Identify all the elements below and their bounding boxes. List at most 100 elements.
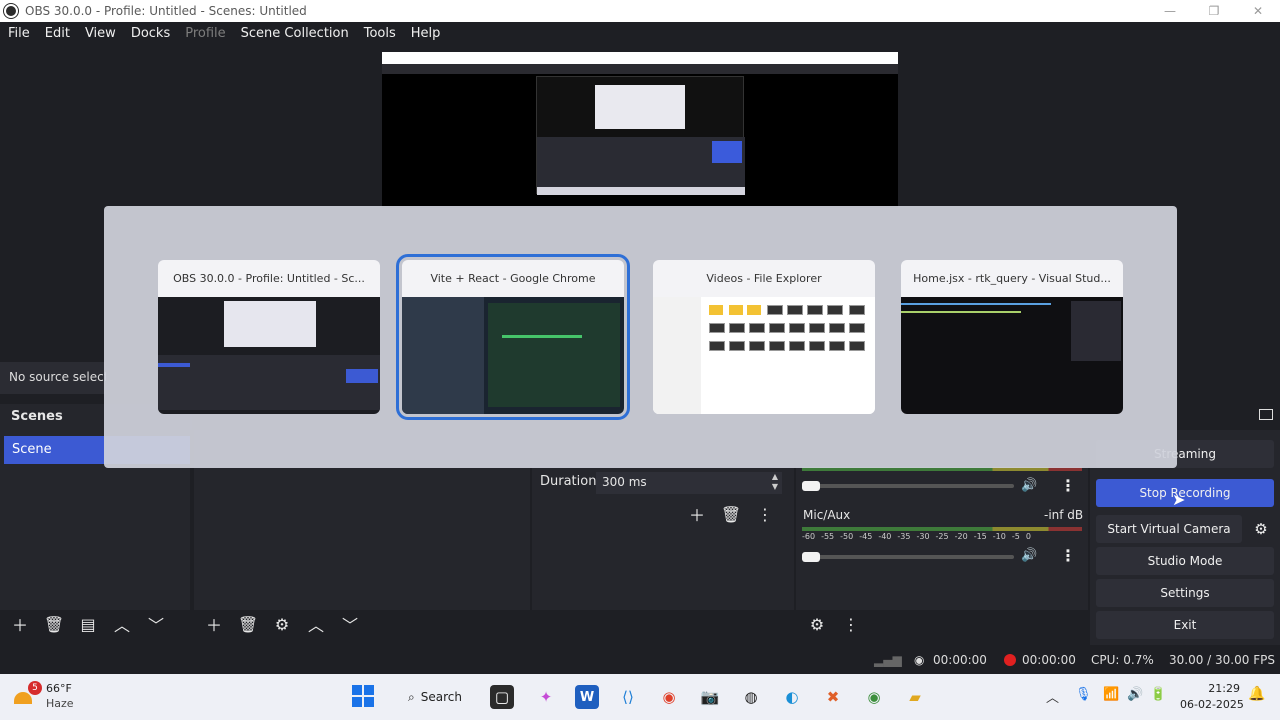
wifi-icon[interactable]: 📶 [1103,687,1119,702]
weather-icon[interactable] [14,692,32,704]
exit-label: Exit [1173,618,1197,632]
add-scene-icon[interactable]: ＋ [3,610,37,638]
task-switcher-window-chrome[interactable]: Vite + React - Google Chrome [396,254,630,420]
scale-tick: -20 [954,532,968,541]
scale-tick: -45 [859,532,873,541]
more-options-icon[interactable]: ⋮ [1060,546,1076,565]
add-source-icon[interactable]: ＋ [197,610,231,638]
menu-bar: File Edit View Docks Profile Scene Colle… [0,22,1280,44]
move-source-down-icon[interactable]: ﹀ [333,610,367,638]
slider-knob[interactable] [802,552,820,562]
scale-tick: -55 [821,532,835,541]
window-controls: — ❐ ✕ [1148,0,1280,22]
menu-help[interactable]: Help [411,26,441,41]
taskbar-date[interactable]: 06-02-2025 [1180,698,1244,711]
move-scene-down-icon[interactable]: ﹀ [139,610,173,638]
show-hidden-icons-icon[interactable]: ︿ [1046,687,1059,706]
window-title: OBS 30.0.0 - Profile: Untitled - Sc... [173,272,365,285]
weather-temperature[interactable]: 66°F [46,682,72,695]
move-source-up-icon[interactable]: ︿ [299,610,333,638]
xampp-icon[interactable]: ✖ [821,685,845,709]
remove-scene-icon[interactable]: 🗑 [37,610,71,638]
preview-canvas[interactable] [382,52,898,208]
menu-docks[interactable]: Docks [131,26,170,41]
menu-edit[interactable]: Edit [45,26,70,41]
vscode-icon[interactable]: ⟨⟩ [616,685,640,709]
add-transition-icon[interactable]: ＋ [680,500,714,528]
microphone-icon[interactable]: 🎙 [1075,687,1092,702]
scale-tick: -15 [973,532,987,541]
network-signal-icon: ▂▄▆ [874,653,902,667]
search-label: Search [420,690,462,704]
file-explorer-icon[interactable]: ▰ [903,685,927,709]
battery-icon[interactable]: 🔋 [1150,687,1166,702]
notification-bell-icon[interactable]: 🔔 [1248,686,1265,702]
exit-button[interactable]: Exit [1096,611,1274,639]
chrome-profile-icon[interactable]: ◉ [862,685,886,709]
maximize-button[interactable]: ❐ [1192,0,1236,22]
advanced-audio-gear-icon[interactable]: ⚙ [800,610,834,638]
scale-tick: -30 [916,532,930,541]
edge-icon[interactable]: ◐ [780,685,804,709]
close-button[interactable]: ✕ [1236,0,1280,22]
source-properties-gear-icon[interactable]: ⚙ [265,610,299,638]
preview-nested-menubar [382,64,898,74]
settings-button[interactable]: Settings [1096,579,1274,607]
remove-transition-icon[interactable]: 🗑 [714,500,748,528]
minimize-button[interactable]: — [1148,0,1192,22]
task-switcher-overlay: OBS 30.0.0 - Profile: Untitled - Sc... V… [104,206,1177,468]
move-scene-up-icon[interactable]: ︿ [105,610,139,638]
duration-spinbox[interactable]: 300 ms ▲ ▼ [596,472,782,494]
menu-tools[interactable]: Tools [364,26,396,41]
more-options-icon[interactable]: ⋮ [1060,476,1076,495]
speaker-icon[interactable]: 🔊 [1021,548,1037,563]
chrome-icon[interactable]: ◉ [657,685,681,709]
preview-nested-window [536,76,745,195]
slider-knob[interactable] [802,481,820,491]
window-thumbnail [901,297,1123,414]
task-switcher-window-explorer[interactable]: Videos - File Explorer [653,260,875,414]
mic-aux-meter [802,527,1082,531]
taskbar-search[interactable]: ⌕ Search [394,683,478,711]
word-icon[interactable]: W [575,685,599,709]
preview-nested-titlebar [382,52,898,64]
menu-file[interactable]: File [8,26,30,41]
settings-label: Settings [1160,586,1210,600]
copilot-icon[interactable]: ✦ [534,685,558,709]
task-switcher-window-obs[interactable]: OBS 30.0.0 - Profile: Untitled - Sc... [158,260,380,414]
menu-scene-collection[interactable]: Scene Collection [241,26,349,41]
mic-aux-volume-slider[interactable] [802,552,1014,562]
weather-condition[interactable]: Haze [46,697,74,710]
duration-label: Duration [540,474,597,489]
volume-icon[interactable]: 🔊 [1127,687,1143,702]
camera-icon[interactable]: 📷 [698,685,722,709]
window-thumbnail [653,297,875,414]
task-view-icon[interactable]: ▢ [490,685,514,709]
task-switcher-window-vscode[interactable]: Home.jsx - rtk_query - Visual Stud... [901,260,1123,414]
desktop-audio-volume-slider[interactable] [802,481,1014,491]
taskbar-time[interactable]: 21:29 [1208,682,1240,695]
scale-tick: -5 [1011,532,1020,541]
windows-taskbar: 5 66°F Haze ⌕ Search ▢ ✦ W ⟨⟩ ◉ 📷 ◍ ◐ ✖ … [0,674,1280,720]
mic-aux-meter-scale: -60 -55 -50 -45 -40 -35 -30 -25 -20 -15 … [802,532,1031,541]
mixer-menu-icon[interactable]: ⋮ [834,610,868,638]
speaker-icon[interactable]: 🔊 [1021,478,1037,493]
mouse-cursor-icon: ➤ [1172,490,1186,509]
menu-view[interactable]: View [85,26,116,41]
status-bar: ▂▄▆ ◉ 00:00:00 00:00:00 CPU: 0.7% 30.00 … [0,646,1280,674]
scene-filters-icon[interactable]: ▤ [71,610,105,638]
spin-arrows-icon[interactable]: ▲ ▼ [772,472,778,492]
cpu-usage: CPU: 0.7% [1091,653,1154,667]
obs-icon[interactable]: ◍ [739,685,763,709]
start-button-windows-icon[interactable] [352,685,374,707]
virtual-camera-settings-gear-icon[interactable]: ⚙ [1248,517,1274,541]
start-virtual-camera-button[interactable]: Start Virtual Camera [1096,515,1242,543]
transitions-toolbar: ＋ 🗑 ⋮ [680,500,782,528]
sources-toolbar: ＋ 🗑 ⚙ ︿ ﹀ [197,610,367,638]
obs-logo-icon [4,4,18,18]
menu-profile[interactable]: Profile [185,26,225,41]
undock-icon[interactable] [1259,409,1273,420]
studio-mode-button[interactable]: Studio Mode [1096,547,1274,575]
transition-menu-icon[interactable]: ⋮ [748,500,782,528]
remove-source-icon[interactable]: 🗑 [231,610,265,638]
